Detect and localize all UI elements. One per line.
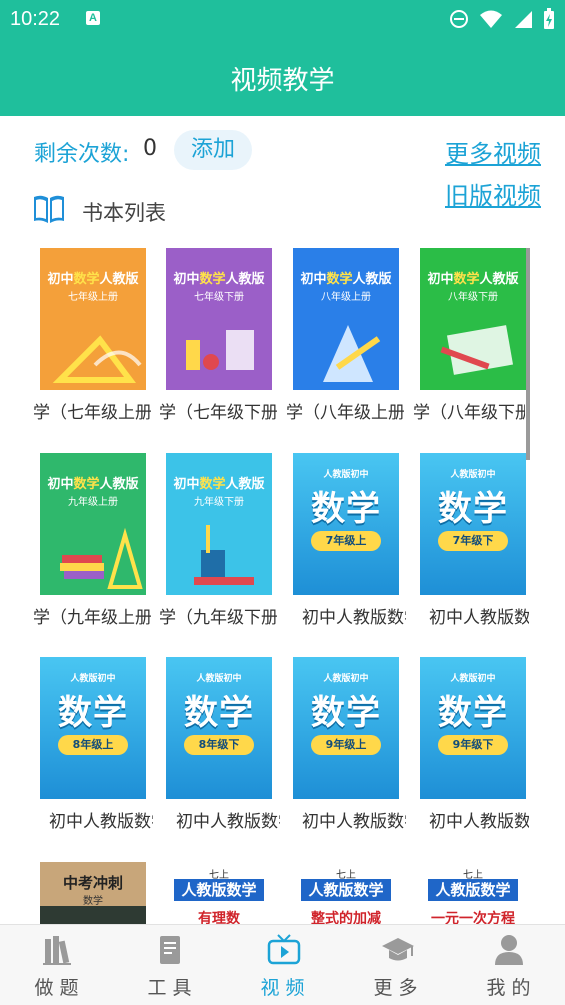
add-button[interactable]: 添加 [174, 130, 252, 170]
remaining-count-label: 剩余次数: [34, 142, 130, 167]
book-caption-5: 学（九年级上册 [33, 608, 151, 628]
book-cover-12[interactable]: 人教版初中 数学 9年级下 [420, 657, 526, 799]
stationery-illustration [186, 330, 254, 370]
notification-a-icon: A [86, 11, 100, 25]
graduation-cap-icon [382, 938, 414, 961]
signal-icon [515, 11, 532, 28]
book-cover-10[interactable]: 人教版初中 数学 8年级下 [166, 657, 272, 799]
book-cover-15[interactable]: 七上 人教版数学 整式的加减 [293, 862, 399, 924]
battery-icon [544, 8, 554, 29]
book-cover-8[interactable]: 人教版初中 数学 7年级下 [420, 453, 526, 595]
book-cover-16[interactable]: 七上 人教版数学 一元一次方程 [420, 862, 526, 924]
book-caption-9: 初中人教版数学 [49, 812, 153, 832]
pencil-cup-illustration [194, 525, 254, 585]
book-list-heading: 书本列表 [82, 201, 166, 225]
book-caption-7: 初中人教版数学 [302, 608, 406, 628]
status-bar: 10:22 A [0, 0, 565, 38]
books-stack-illustration [60, 527, 143, 589]
book-cover-4[interactable]: 初中数学人教版 八年级下册 [420, 248, 526, 390]
person-icon [495, 935, 523, 965]
book-cover-1[interactable]: 初中数学人教版 七年级上册 [40, 248, 146, 390]
book-caption-3: 学（八年级上册 [286, 403, 404, 423]
book-caption-8: 初中人教版数学 [429, 608, 529, 628]
book-cover-2[interactable]: 初中数学人教版 七年级下册 [166, 248, 272, 390]
book-caption-10: 初中人教版数学 [176, 812, 280, 832]
book-grid: 初中数学人教版 七年级上册 初中数学人教版 七年级下册 初中数学人教版 八年级上… [0, 240, 565, 924]
nav-tab-video[interactable]: 视频 [226, 925, 339, 1005]
book-caption-2: 学（七年级下册 [159, 403, 277, 423]
paper-pencil-illustration [440, 325, 514, 375]
book-cover-6[interactable]: 初中数学人教版 九年级下册 [166, 453, 272, 595]
old-videos-link[interactable]: 旧版视频 [445, 176, 541, 211]
status-time: 10:22 [10, 8, 61, 30]
app-bar: 视频教学 [0, 38, 565, 116]
document-icon [160, 936, 180, 964]
nav-tab-mine[interactable]: 我的 [452, 925, 565, 1005]
book-cover-3[interactable]: 初中数学人教版 八年级上册 [293, 248, 399, 390]
triangle-ruler-illustration [52, 335, 142, 383]
book-cover-13[interactable]: 中考冲刺 数学 [40, 862, 146, 924]
book-cover-14[interactable]: 七上 人教版数学 有理数 [166, 862, 272, 924]
nav-tab-more[interactable]: 更多 [339, 925, 452, 1005]
wifi-icon [480, 10, 502, 28]
book-caption-12: 初中人教版数学 [429, 812, 529, 832]
nav-tab-tools[interactable]: 工具 [113, 925, 226, 1005]
book-caption-4: 学（八年级下册 [413, 403, 525, 423]
book-cover-7[interactable]: 人教版初中 数学 7年级上 [293, 453, 399, 595]
scrollbar[interactable] [526, 248, 530, 460]
status-icons [449, 8, 555, 30]
tv-play-icon [267, 934, 301, 965]
books-icon [43, 936, 71, 965]
open-book-icon [34, 195, 64, 223]
book-cover-5[interactable]: 初中数学人教版 九年级上册 [40, 453, 146, 595]
book-caption-1: 学（七年级上册 [33, 403, 151, 423]
book-cover-9[interactable]: 人教版初中 数学 8年级上 [40, 657, 146, 799]
ruler-pencil-illustration [323, 325, 381, 382]
remaining-count-value: 0 [143, 136, 157, 161]
book-caption-6: 学（九年级下册 [159, 608, 277, 628]
do-not-disturb-icon [450, 10, 468, 28]
book-caption-11: 初中人教版数学 [302, 812, 406, 832]
more-videos-link[interactable]: 更多视频 [445, 134, 541, 169]
nav-tab-practice[interactable]: 做题 [0, 925, 113, 1005]
page-title: 视频教学 [230, 66, 335, 96]
book-cover-11[interactable]: 人教版初中 数学 9年级上 [293, 657, 399, 799]
bottom-nav: 做题 工具 视频 更多 我的 [0, 924, 565, 1005]
